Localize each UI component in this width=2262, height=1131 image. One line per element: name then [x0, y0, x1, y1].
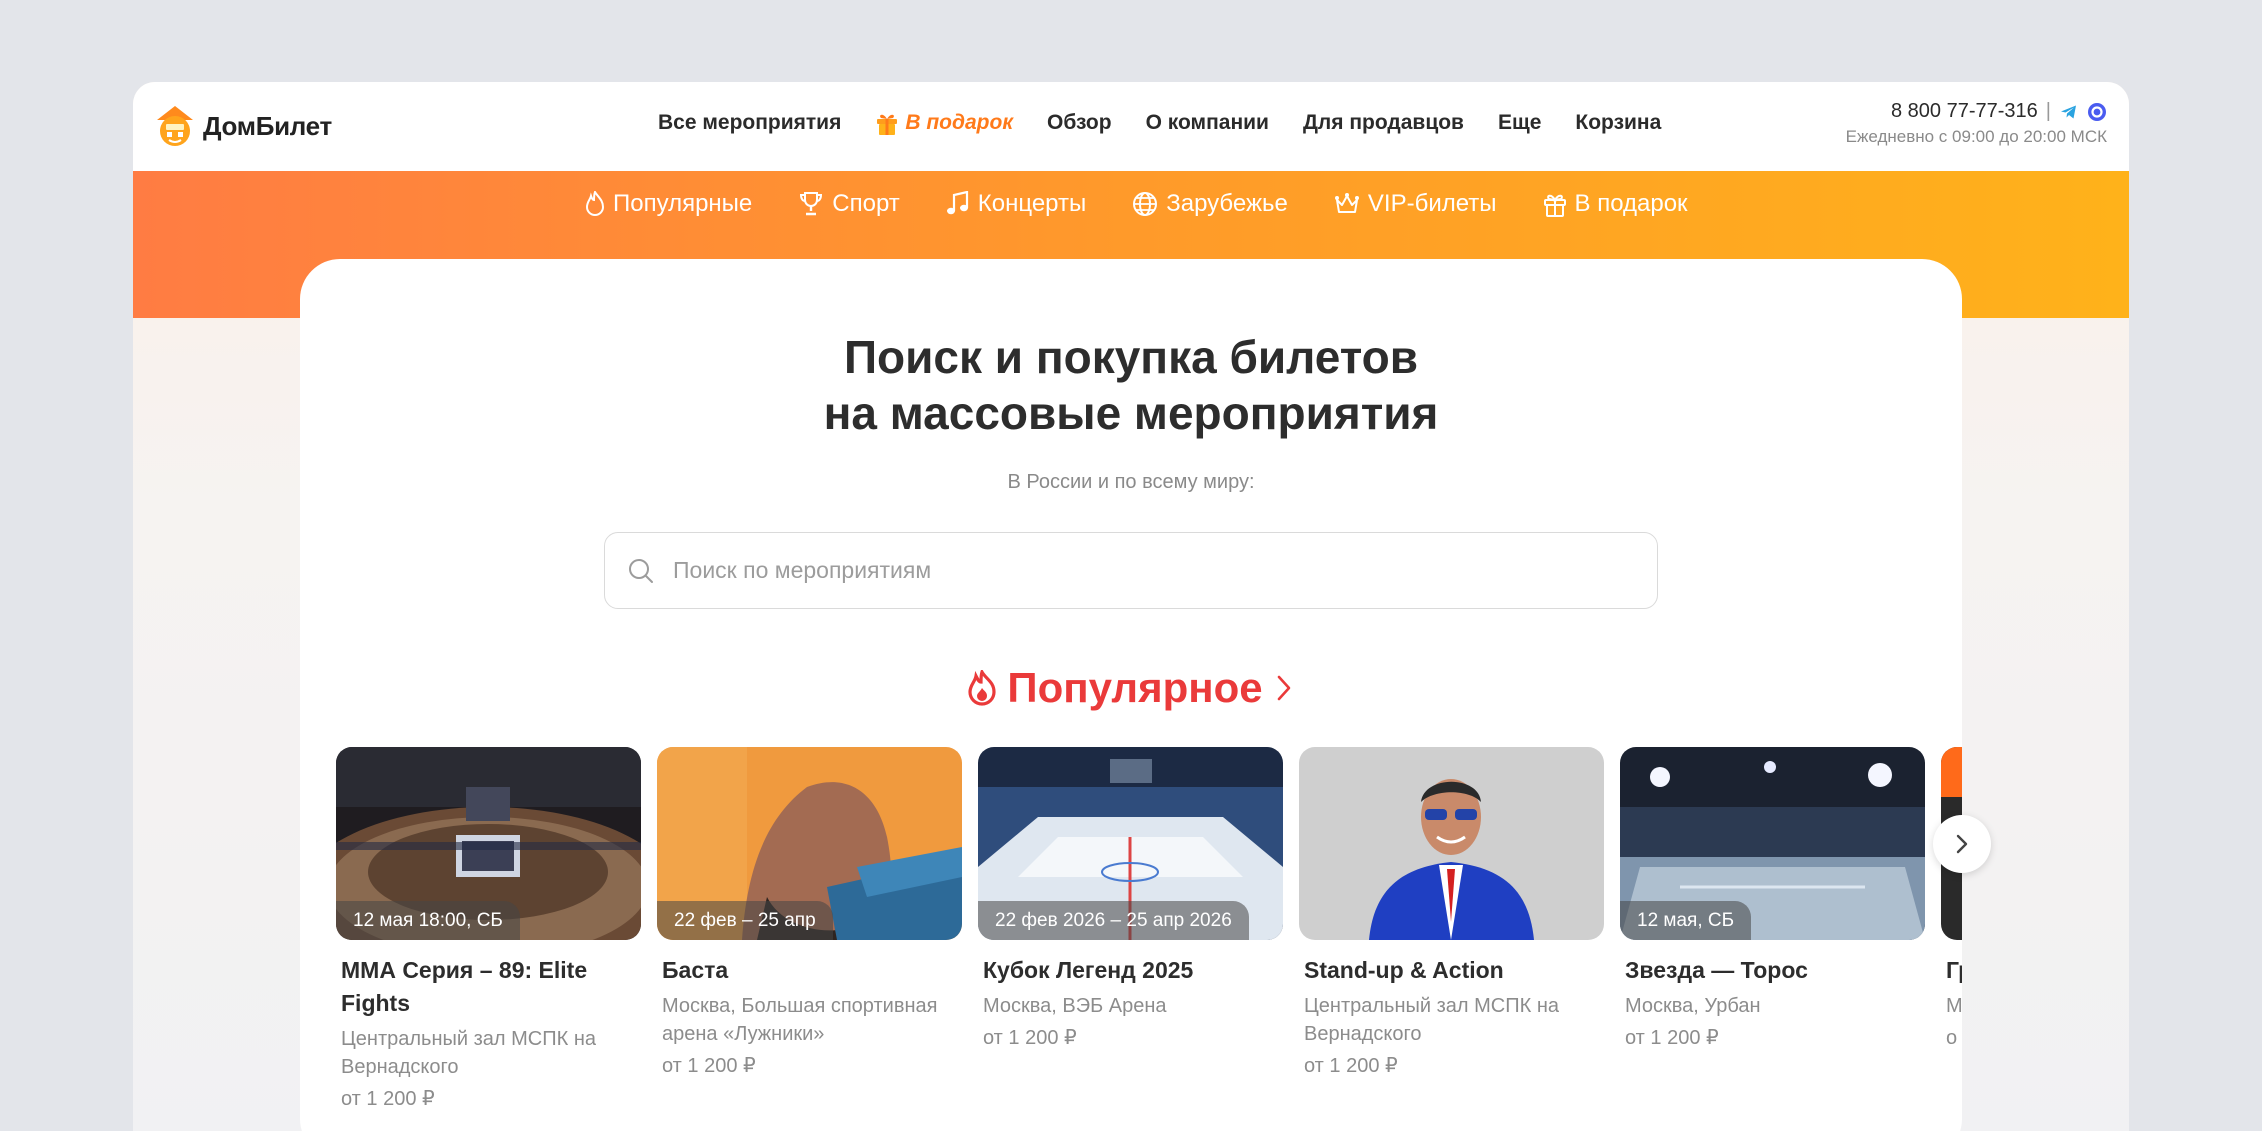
nav-label: Обзор	[1046, 111, 1112, 134]
logo-mark-icon	[157, 106, 193, 146]
category-label: Популярные	[613, 190, 753, 217]
nav-more[interactable]: Еще	[1498, 111, 1541, 135]
phone-number[interactable]: 8 800 77-77-316	[1891, 100, 2038, 123]
browser-page: ДомБилет Все мероприятия В подарок Обзор…	[133, 82, 2129, 1131]
nav-label: Для продавцов	[1302, 111, 1464, 134]
nav-about[interactable]: О компании	[1146, 111, 1269, 135]
event-card[interactable]: Stand-up & Action Центральный зал МСПК н…	[1299, 747, 1604, 1080]
event-image: 22 фев – 25 апр	[657, 747, 962, 940]
event-venue: Центральный зал МСПК на Вернадского	[341, 1028, 596, 1078]
nav-label: В подарок	[905, 111, 1013, 134]
event-card[interactable]: 22 фев – 25 апр Баста Москва, Большая сп…	[657, 747, 962, 1080]
category-label: Зарубежье	[1166, 190, 1288, 217]
event-image: 12 мая, СБ	[1620, 747, 1925, 940]
category-abroad[interactable]: Зарубежье	[1132, 190, 1288, 218]
working-hours: Ежедневно с 09:00 до 20:00 МСК	[1845, 127, 2107, 146]
event-venue: Центральный зал МСПК на Вернадского	[1304, 995, 1559, 1045]
event-card[interactable]: Гр М о	[1941, 747, 1962, 1052]
search-input[interactable]	[673, 557, 1573, 584]
nav-all-events[interactable]: Все мероприятия	[658, 111, 841, 135]
event-venue: Москва, ВЭБ Арена	[983, 995, 1167, 1017]
nav-sellers[interactable]: Для продавцов	[1303, 111, 1464, 135]
flame-icon	[968, 670, 996, 706]
event-price: о	[1946, 1027, 1958, 1049]
separator: |	[2045, 100, 2051, 122]
telegram-icon[interactable]	[2059, 102, 2079, 122]
nav-overview[interactable]: Обзор	[1047, 111, 1112, 135]
title-line-1: Поиск и покупка билетов	[843, 331, 1419, 383]
gift-icon	[875, 110, 899, 136]
music-note-icon	[946, 191, 968, 215]
event-date-badge: 22 фев – 25 апр	[657, 901, 833, 940]
event-title[interactable]: ММА Серия – 89: Elite Fights	[336, 954, 641, 1020]
flame-icon	[585, 191, 605, 216]
logo[interactable]: ДомБилет	[155, 104, 332, 148]
event-price: от 1 200 ₽	[983, 1027, 1077, 1049]
max-messenger-icon[interactable]	[2087, 102, 2107, 122]
nav-label: О компании	[1145, 111, 1269, 134]
nav-gift[interactable]: В подарок	[875, 110, 1013, 136]
category-vip[interactable]: VIP-билеты	[1334, 190, 1497, 218]
performer-photo-image	[1299, 747, 1604, 940]
category-label: Концерты	[977, 190, 1087, 217]
gift-icon	[1543, 194, 1566, 217]
event-price: от 1 200 ₽	[662, 1055, 756, 1077]
main-nav: Все мероприятия В подарок Обзор О компан…	[658, 110, 1661, 136]
category-gift[interactable]: В подарок	[1543, 190, 1688, 218]
nav-cart[interactable]: Корзина	[1575, 111, 1661, 135]
popular-title: Популярное	[1007, 664, 1263, 711]
event-venue: Москва, Урбан	[1625, 995, 1761, 1017]
search-icon	[629, 558, 653, 583]
event-image: 22 фев 2026 – 25 апр 2026	[978, 747, 1283, 940]
carousel-next-button[interactable]	[1933, 815, 1991, 873]
nav-label: Еще	[1497, 111, 1542, 134]
event-venue: М	[1946, 995, 1962, 1017]
logo-text: ДомБилет	[203, 110, 332, 141]
chevron-right-icon	[1956, 834, 1968, 854]
category-nav: Популярные Спорт Концерты Зарубежье VIP-…	[585, 190, 1688, 218]
category-label: В подарок	[1574, 190, 1688, 217]
event-card[interactable]: 12 мая 18:00, СБ ММА Серия – 89: Elite F…	[336, 747, 641, 1113]
chevron-right-icon	[1277, 675, 1290, 701]
page-title: Поиск и покупка билетов на массовые меро…	[300, 329, 1962, 441]
category-popular[interactable]: Популярные	[585, 190, 752, 218]
globe-icon	[1133, 192, 1158, 216]
event-date-badge: 22 фев 2026 – 25 апр 2026	[978, 901, 1249, 940]
search-box[interactable]	[604, 532, 1658, 609]
event-price: от 1 200 ₽	[1625, 1027, 1719, 1049]
event-price: от 1 200 ₽	[1304, 1055, 1398, 1077]
event-venue: Москва, Большая спортивная арена «Лужник…	[662, 995, 938, 1045]
category-label: VIP-билеты	[1367, 190, 1497, 217]
event-card[interactable]: 12 мая, СБ Звезда — Торос Москва, Урбан …	[1620, 747, 1925, 1052]
title-line-2: на массовые мероприятия	[823, 387, 1439, 439]
category-label: Спорт	[832, 190, 900, 217]
event-image	[1299, 747, 1604, 940]
popular-heading[interactable]: Популярное	[300, 664, 1962, 712]
trophy-icon	[800, 192, 823, 216]
event-title[interactable]: Гр	[1941, 954, 1962, 987]
page-subtitle: В России и по всему миру:	[1007, 471, 1255, 493]
nav-label: Все мероприятия	[658, 111, 842, 134]
event-title[interactable]: Звезда — Торос	[1620, 954, 1925, 987]
category-sport[interactable]: Спорт	[798, 190, 900, 218]
event-date-badge: 12 мая 18:00, СБ	[336, 901, 520, 940]
events-carousel: 12 мая 18:00, СБ ММА Серия – 89: Elite F…	[336, 747, 1962, 1110]
crown-icon	[1334, 193, 1359, 213]
event-title[interactable]: Баста	[657, 954, 962, 987]
contact-block: 8 800 77-77-316 | Ежедневно с 09:00 до 2…	[1846, 100, 2107, 147]
nav-label: Корзина	[1575, 111, 1662, 134]
event-image: 12 мая 18:00, СБ	[336, 747, 641, 940]
category-concerts[interactable]: Концерты	[946, 190, 1086, 218]
event-price: от 1 200 ₽	[341, 1088, 435, 1110]
event-title[interactable]: Stand-up & Action	[1299, 954, 1604, 987]
event-date-badge: 12 мая, СБ	[1620, 901, 1752, 940]
event-card[interactable]: 22 фев 2026 – 25 апр 2026 Кубок Легенд 2…	[978, 747, 1283, 1052]
event-title[interactable]: Кубок Легенд 2025	[978, 954, 1283, 987]
site-header: ДомБилет Все мероприятия В подарок Обзор…	[133, 82, 2129, 171]
phone-row: 8 800 77-77-316 |	[1846, 100, 2107, 123]
